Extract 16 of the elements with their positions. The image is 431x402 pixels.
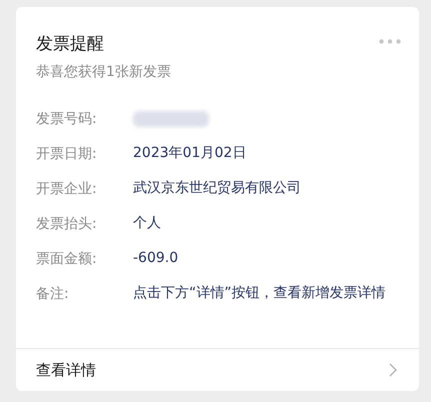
field-label: 发票号码:	[36, 110, 98, 129]
field-value: 点击下方“详情”按钮，查看新增发票详情	[133, 284, 387, 302]
field-value: 武汉京东世纪贸易有限公司	[133, 179, 302, 197]
view-details-link[interactable]: 查看详情	[16, 348, 419, 391]
field-value: 个人	[133, 214, 162, 232]
card-subtitle: 恭喜您获得1张新发票	[35, 63, 172, 82]
field-label: 开票企业:	[36, 180, 98, 199]
field-label: 发票抬头:	[36, 215, 98, 234]
card-title: 发票提醒	[36, 33, 104, 55]
field-label: 开票日期:	[36, 145, 98, 164]
field-value: 2023年01月02日	[133, 144, 248, 162]
field-value: -609.0	[133, 249, 180, 267]
chevron-right-icon	[389, 363, 397, 377]
field-label: 票面金额:	[36, 250, 98, 269]
field-label: 备注:	[36, 285, 70, 304]
more-icon[interactable]	[379, 39, 401, 44]
